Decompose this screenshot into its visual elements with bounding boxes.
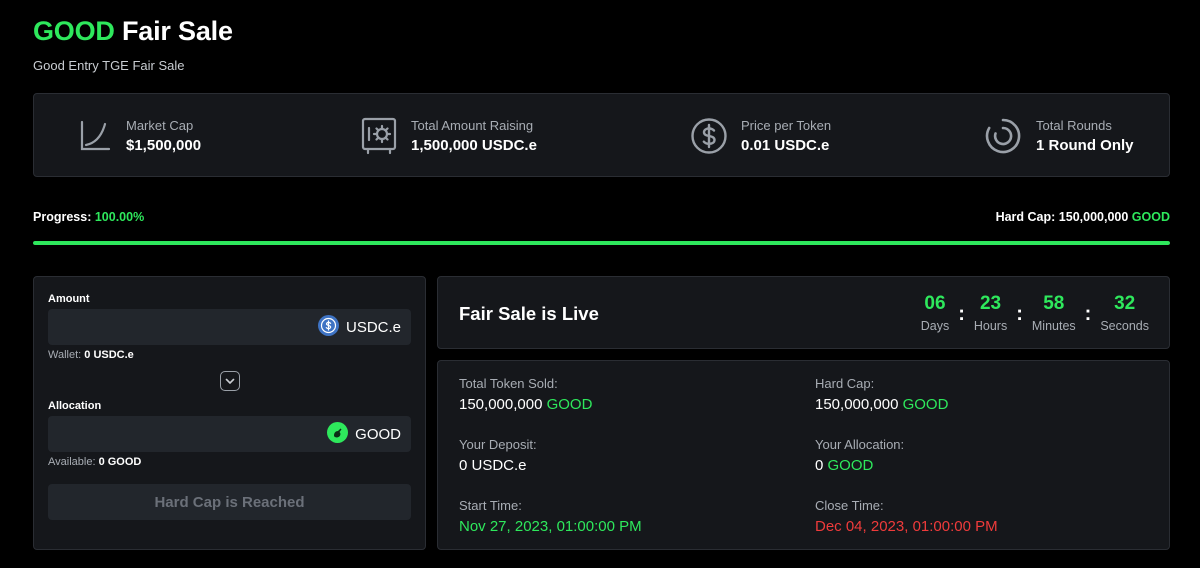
allocation-token-tag: GOOD — [327, 416, 401, 452]
deposit-value: 0 USDC.e — [459, 457, 527, 474]
amount-field[interactable]: USDC.e — [48, 309, 411, 345]
stat-value: $1,500,000 — [126, 137, 202, 154]
countdown-minutes-label: Minutes — [1031, 319, 1076, 333]
start-time-value: Nov 27, 2023, 01:00:00 PM — [459, 518, 642, 535]
stats-bar: Market Cap $1,500,000 Total Amount Raisi… — [33, 93, 1170, 177]
swap-direction-button[interactable] — [220, 371, 240, 391]
stat-value: 1 Round Only — [1036, 137, 1134, 154]
stat-value: 1,500,000 USDC.e — [411, 137, 537, 154]
your-allocation-token: GOOD — [827, 457, 874, 474]
info-value: 150,000,000 GOOD — [459, 396, 592, 413]
countdown-timer: 06 Days : 23 Hours : 58 Minutes : 32 Sec… — [921, 293, 1149, 333]
hard-cap-reached-button[interactable]: Hard Cap is Reached — [48, 484, 411, 520]
countdown-days-label: Days — [920, 319, 950, 333]
info-value: 0 GOOD — [815, 457, 904, 474]
safe-icon — [361, 117, 397, 155]
info-total-token-sold: Total Token Sold: 150,000,000 GOOD — [459, 376, 592, 413]
info-hard-cap-token: GOOD — [902, 396, 949, 413]
page-header: GOOD Fair Sale Good Entry TGE Fair Sale — [33, 16, 233, 73]
info-your-allocation: Your Allocation: 0 GOOD — [815, 437, 904, 474]
hard-cap-text: Hard Cap: 150,000,000 GOOD — [996, 210, 1170, 224]
wallet-value: 0 USDC.e — [84, 349, 134, 361]
page-subtitle: Good Entry TGE Fair Sale — [33, 58, 185, 73]
countdown-days: 06 Days — [921, 293, 949, 333]
stat-label: Total Rounds — [1036, 118, 1112, 133]
total-sold-value: 150,000,000 — [459, 396, 543, 413]
available-value: 0 GOOD — [98, 456, 142, 468]
progress-text: Progress: 100.00% — [33, 210, 144, 224]
countdown-minutes: 58 Minutes — [1032, 293, 1076, 333]
hard-cap-label: Hard Cap: — [995, 210, 1056, 224]
info-label: Start Time: — [459, 498, 522, 513]
info-label: Your Allocation: — [815, 437, 905, 452]
stat-price-per-token: Price per Token 0.01 USDC.e — [690, 94, 831, 178]
usdc-coin-icon — [317, 314, 339, 340]
purchase-form: Amount USDC.e Wallet: 0 USDC.e Allocatio… — [33, 276, 426, 550]
amount-input[interactable] — [48, 309, 308, 345]
stat-total-rounds: Total Rounds 1 Round Only — [984, 94, 1134, 178]
info-start-time: Start Time: Nov 27, 2023, 01:00:00 PM — [459, 498, 642, 535]
countdown-hours-label: Hours — [973, 319, 1008, 333]
title-rest: Fair Sale — [122, 16, 233, 46]
stat-label: Price per Token — [741, 118, 832, 133]
countdown-separator: : — [1084, 303, 1092, 325]
progress-row: Progress: 100.00% Hard Cap: 150,000,000 … — [33, 210, 1170, 226]
countdown-panel: Fair Sale is Live 06 Days : 23 Hours : 5… — [437, 276, 1170, 349]
countdown-hours: 23 Hours — [974, 293, 1007, 333]
allocation-token-label: GOOD — [355, 425, 401, 443]
countdown-separator: : — [1016, 303, 1023, 325]
countdown-seconds: 32 Seconds — [1100, 293, 1149, 333]
info-label: Close Time: — [815, 498, 884, 513]
info-your-deposit: Your Deposit: 0 USDC.e — [459, 437, 537, 474]
progress-percent: 100.00% — [94, 210, 145, 224]
countdown-minutes-value: 58 — [1043, 293, 1065, 314]
stat-label: Market Cap — [126, 118, 194, 133]
available-label: Available: — [48, 456, 96, 468]
countdown-hours-value: 23 — [979, 293, 1002, 314]
countdown-separator: : — [958, 303, 965, 325]
amount-token-label: USDC.e — [345, 318, 401, 336]
your-allocation-value: 0 — [815, 457, 824, 474]
info-label: Total Token Sold: — [459, 376, 558, 391]
chevron-down-icon — [225, 372, 235, 390]
progress-bar-fill — [33, 241, 1170, 245]
good-coin-icon — [327, 421, 349, 447]
chart-curve-icon — [78, 119, 112, 153]
progress-label: Progress: — [33, 210, 92, 224]
rounds-icon — [984, 117, 1022, 155]
allocation-label: Allocation — [48, 400, 102, 412]
info-label: Hard Cap: — [815, 376, 875, 391]
close-time-value: Dec 04, 2023, 01:00:00 PM — [815, 518, 998, 535]
page-title: GOOD Fair Sale — [33, 16, 233, 47]
countdown-days-value: 06 — [924, 293, 946, 314]
wallet-balance: Wallet: 0 USDC.e — [48, 349, 134, 361]
info-close-time: Close Time: Dec 04, 2023, 01:00:00 PM — [815, 498, 998, 535]
available-balance: Available: 0 GOOD — [48, 456, 141, 468]
countdown-seconds-label: Seconds — [1100, 319, 1149, 333]
amount-label: Amount — [48, 293, 90, 305]
stat-label: Total Amount Raising — [411, 118, 534, 133]
title-highlight: GOOD — [33, 16, 115, 46]
wallet-label: Wallet: — [48, 349, 82, 361]
amount-token-tag: USDC.e — [317, 309, 401, 345]
hard-cap-value: 150,000,000 — [1058, 210, 1129, 224]
progress-bar — [33, 241, 1170, 245]
countdown-seconds-value: 32 — [1114, 293, 1136, 314]
info-label: Your Deposit: — [459, 437, 537, 452]
dollar-coin-icon — [690, 117, 728, 155]
info-hard-cap-value: 150,000,000 — [815, 396, 899, 413]
hard-cap-token: GOOD — [1131, 210, 1170, 224]
stat-total-raising: Total Amount Raising 1,500,000 USDC.e — [361, 94, 537, 178]
stat-market-cap: Market Cap $1,500,000 — [78, 94, 201, 178]
allocation-input[interactable] — [48, 416, 308, 452]
info-hard-cap: Hard Cap: 150,000,000 GOOD — [815, 376, 948, 413]
sale-info-panel: Total Token Sold: 150,000,000 GOOD Hard … — [437, 360, 1170, 550]
sale-status-title: Fair Sale is Live — [459, 303, 599, 324]
stat-value: 0.01 USDC.e — [741, 137, 830, 154]
info-value: 150,000,000 GOOD — [815, 396, 948, 413]
allocation-field[interactable]: GOOD — [48, 416, 411, 452]
total-sold-token: GOOD — [546, 396, 593, 413]
